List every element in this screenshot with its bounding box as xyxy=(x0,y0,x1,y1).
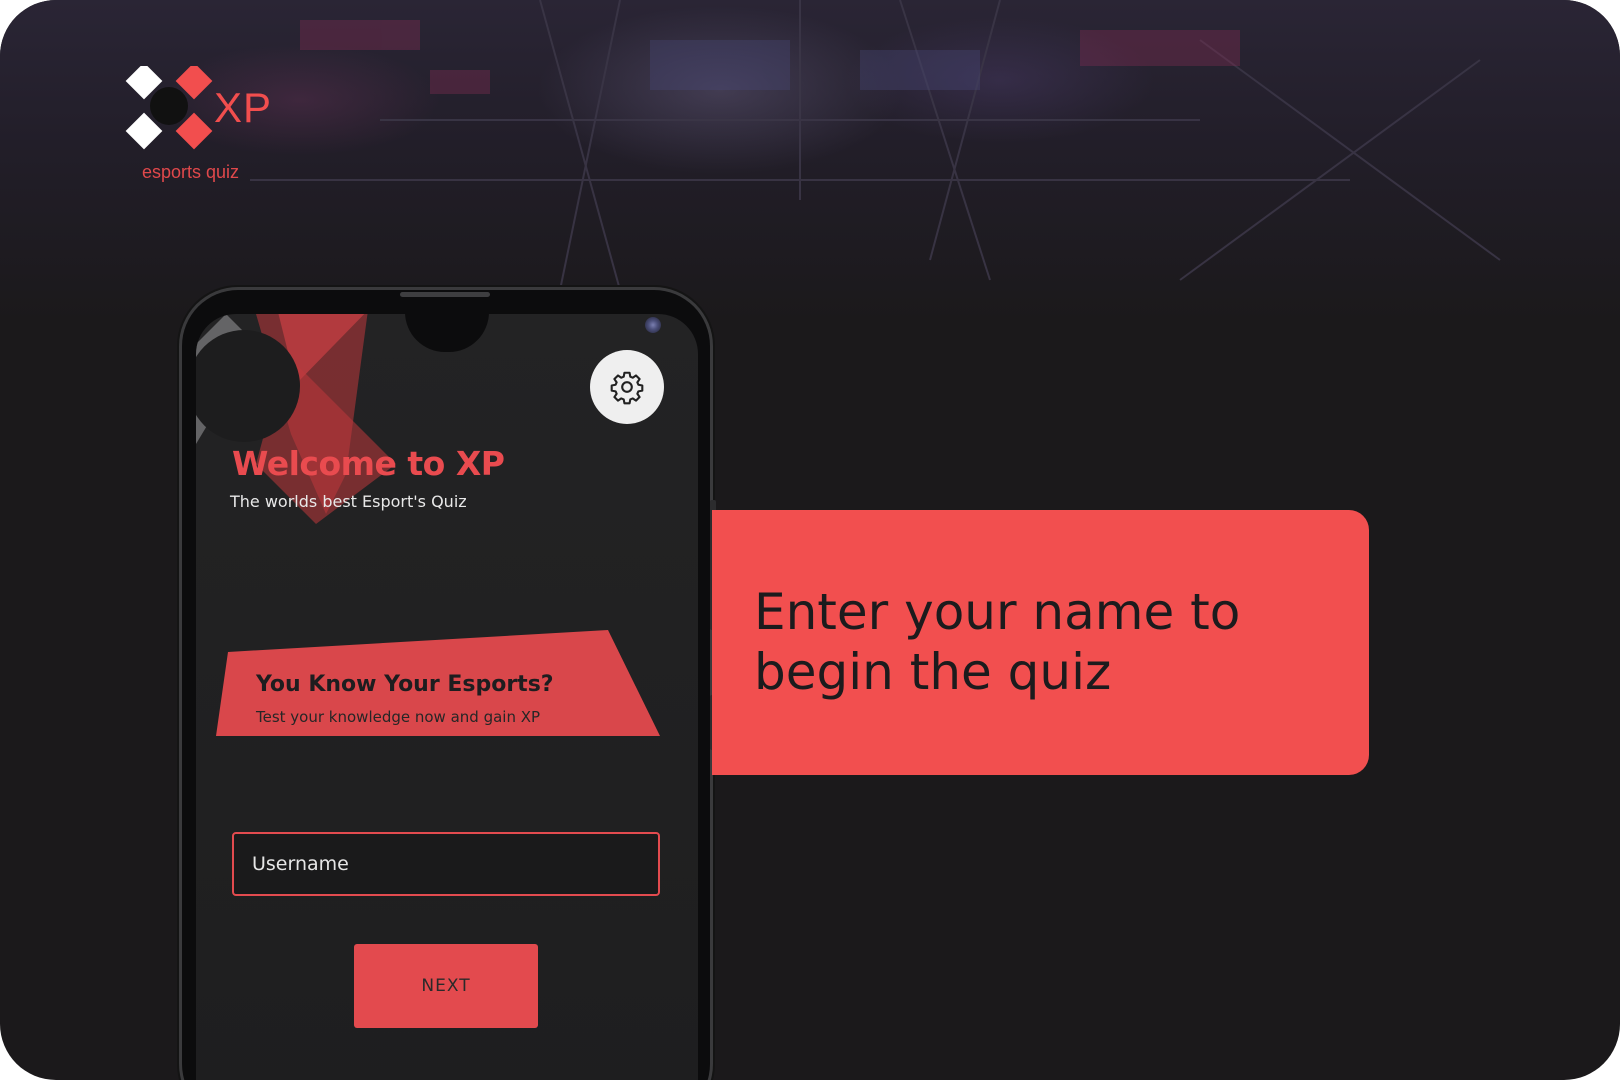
camera-icon xyxy=(645,317,661,333)
logo-wordmark: XP xyxy=(214,84,273,131)
banner-subtitle: Test your knowledge now and gain XP xyxy=(256,708,541,726)
phone-speaker xyxy=(400,292,490,297)
gear-icon xyxy=(610,371,644,405)
welcome-title: Welcome to XP xyxy=(232,444,505,483)
promo-canvas: XP esports quiz Welcome to XP The worlds… xyxy=(0,0,1620,1080)
username-input[interactable] xyxy=(232,832,660,896)
next-button[interactable]: NEXT xyxy=(354,944,538,1028)
callout-text: Enter your name to begin the quiz xyxy=(754,583,1241,701)
welcome-subtitle: The worlds best Esport's Quiz xyxy=(230,492,467,511)
settings-button[interactable] xyxy=(590,350,664,424)
logo-tagline: esports quiz xyxy=(142,162,240,182)
phone-screen: Welcome to XP The worlds best Esport's Q… xyxy=(196,314,698,1080)
banner-title: You Know Your Esports? xyxy=(256,672,554,697)
instruction-callout: Enter your name to begin the quiz xyxy=(712,510,1369,775)
